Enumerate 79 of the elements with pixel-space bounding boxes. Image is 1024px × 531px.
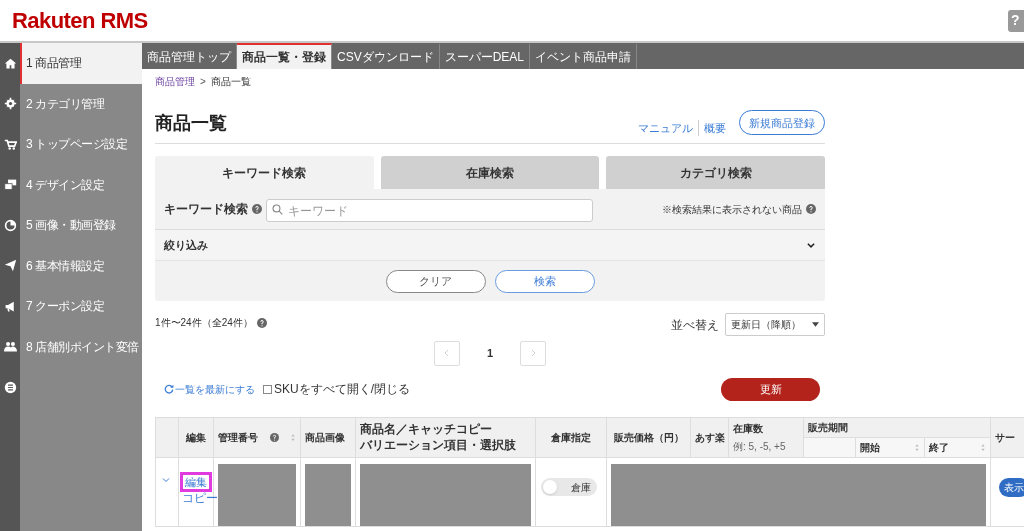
header-link[interactable]: マニュアル xyxy=(633,119,698,136)
chevron-left-icon xyxy=(442,348,451,358)
breadcrumb-text: 商品一覧 xyxy=(210,74,251,89)
logo: Rakuten RMS xyxy=(12,7,148,35)
home-icon xyxy=(3,56,17,70)
list-icon xyxy=(3,380,17,394)
keyword-field[interactable]: キーワード xyxy=(266,199,593,222)
header-link[interactable]: 概要 xyxy=(698,119,731,136)
sku-toggle-label: SKUをすべて開く/閉じる xyxy=(274,381,410,398)
column-header: バリエーション項目・選択肢 xyxy=(360,437,516,454)
warehouse-toggle[interactable]: 倉庫 xyxy=(541,478,597,496)
sidebar-item[interactable]: 1 商品管理 xyxy=(20,43,142,84)
refresh-link[interactable]: 一覧を最新にする xyxy=(164,381,255,397)
chevron-right-icon xyxy=(529,348,538,358)
column-header: サー xyxy=(995,430,1015,445)
help-icon xyxy=(252,204,262,214)
refresh-icon xyxy=(164,384,174,394)
sort-icon xyxy=(290,433,296,442)
sort-icon xyxy=(980,443,986,452)
help-icon xyxy=(269,433,279,442)
result-count: 1件〜24件（全24件） xyxy=(155,316,253,330)
column-header: 編集 xyxy=(186,430,206,445)
chevron-icon xyxy=(806,240,816,250)
cart-icon xyxy=(3,137,17,151)
sku-checkbox[interactable] xyxy=(263,384,272,394)
page-title: 商品一覧 xyxy=(155,112,227,135)
status-badge: 表示 xyxy=(999,478,1024,497)
clear-button[interactable]: クリア xyxy=(385,269,486,293)
breadcrumb-separator: > xyxy=(200,74,206,89)
paper-plane-icon xyxy=(3,259,17,273)
column-header: 在庫数 xyxy=(733,421,763,436)
megaphone-icon xyxy=(3,299,17,313)
keyword-label: キーワード検索 xyxy=(164,201,249,218)
previous-page-button[interactable] xyxy=(433,340,460,366)
sidebar-item[interactable]: 6 基本情報設定 xyxy=(20,245,142,286)
search-tab[interactable]: 在庫検索 xyxy=(380,156,600,189)
column-header: 販売期間 xyxy=(808,422,848,433)
update-button[interactable]: 更新 xyxy=(721,377,820,401)
people-icon xyxy=(3,340,17,354)
sidebar-item[interactable]: 5 画像・動画登録 xyxy=(20,205,142,246)
column-header: 終了 xyxy=(929,440,949,455)
redaction-block xyxy=(305,464,351,526)
column-header: 管理番号 xyxy=(218,430,258,445)
help-icon xyxy=(806,204,816,214)
column-header: あす楽 xyxy=(695,430,725,445)
help-icon xyxy=(256,317,267,328)
chevron-icon[interactable] xyxy=(161,476,171,484)
search-button[interactable]: 検索 xyxy=(494,269,595,293)
sort-dropdown[interactable]: 更新日（降順） xyxy=(725,313,825,336)
nav-tab[interactable]: CSVダウンロード xyxy=(332,43,440,69)
caret-icon xyxy=(812,322,819,327)
sidebar-item[interactable]: 2 カテゴリ管理 xyxy=(20,83,142,124)
column-header: 商品名／キャッチコピー xyxy=(360,421,492,438)
sidebar-item[interactable]: 8 店舗別ポイント変倍 xyxy=(20,326,142,367)
nav-tab[interactable]: スーパーDEAL xyxy=(439,43,531,69)
pie-chart-icon xyxy=(3,218,17,232)
column-header: 商品画像 xyxy=(305,430,345,445)
search-tab[interactable]: キーワード検索 xyxy=(155,156,374,189)
sort-icon xyxy=(914,443,920,452)
sidebar-item[interactable]: 7 クーポン設定 xyxy=(20,286,142,327)
sidebar-item[interactable]: 4 デザイン設定 xyxy=(20,164,142,205)
page-number: 1 xyxy=(485,345,495,361)
column-header: 開始 xyxy=(860,440,880,455)
sidebar-item[interactable]: 3 トップページ設定 xyxy=(20,124,142,165)
search-tab[interactable]: カテゴリ検索 xyxy=(606,156,825,189)
new-product-button[interactable]: 新規商品登録 xyxy=(739,110,825,136)
nav-tab[interactable]: イベント商品申請 xyxy=(530,43,638,69)
nav-tab[interactable]: 商品一覧・登録 xyxy=(237,43,332,69)
hidden-products-note: ※検索結果に表示されない商品 xyxy=(662,202,802,217)
breadcrumb-link[interactable]: 商品管理 xyxy=(155,73,195,89)
gear-icon xyxy=(3,97,17,111)
edit-link[interactable]: 編集 xyxy=(180,472,212,492)
sort-label: 並べ替え xyxy=(671,316,719,334)
windows-icon xyxy=(3,178,17,192)
column-header: 倉庫指定 xyxy=(551,430,591,445)
column-header: 販売価格（円） xyxy=(613,430,684,445)
next-page-button[interactable] xyxy=(520,340,547,366)
search-icon xyxy=(272,203,283,215)
column-note: 例: 5, -5, +5 xyxy=(733,439,786,454)
